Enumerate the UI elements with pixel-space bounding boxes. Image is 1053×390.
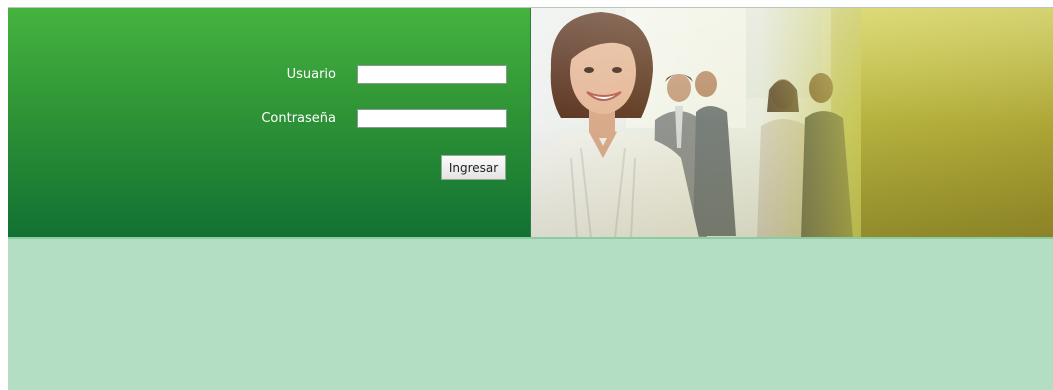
username-input[interactable] <box>357 65 507 84</box>
login-banner: Usuario Contraseña Ingresar <box>8 7 1053 238</box>
hero-photo-haze <box>531 8 1053 238</box>
password-input[interactable] <box>357 109 507 128</box>
login-form-panel: Usuario Contraseña Ingresar <box>8 8 531 238</box>
password-label: Contraseña <box>261 111 336 126</box>
login-page: Usuario Contraseña Ingresar <box>0 0 1053 390</box>
hero-photo <box>531 8 1053 238</box>
login-submit-button[interactable]: Ingresar <box>441 155 506 180</box>
username-label: Usuario <box>286 67 336 82</box>
footer-area <box>8 237 1053 390</box>
